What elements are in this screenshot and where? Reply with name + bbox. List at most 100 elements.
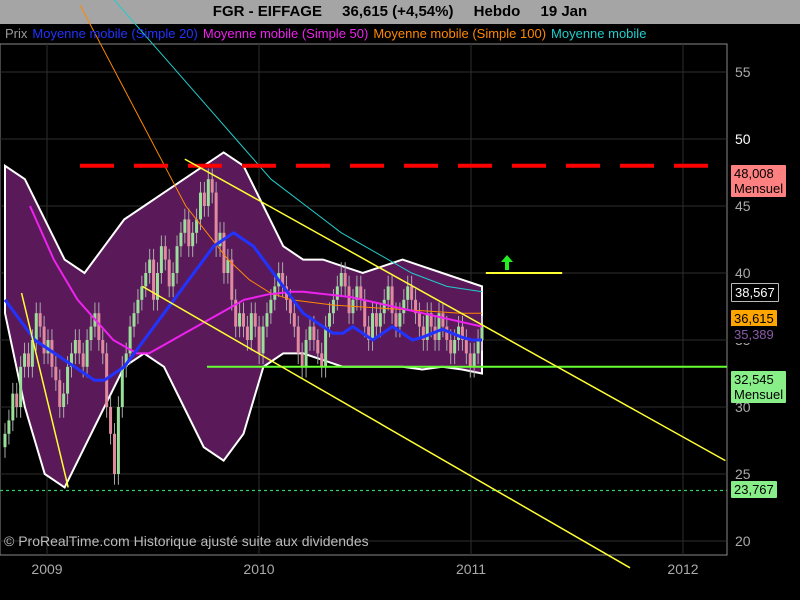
candle [187, 219, 191, 247]
candle [457, 326, 461, 340]
candle [363, 299, 367, 327]
candle [359, 286, 363, 300]
y-tick-label: 20 [735, 533, 751, 549]
candle [371, 313, 375, 340]
candle [269, 299, 273, 314]
candle [480, 326, 484, 340]
candle [249, 313, 253, 340]
candle [253, 313, 257, 327]
candle [81, 353, 85, 367]
price-tag-value: 48,008 [734, 165, 774, 181]
candle [214, 192, 218, 247]
candle [66, 366, 70, 394]
candle [468, 353, 472, 367]
candle [308, 326, 312, 340]
candle [140, 286, 144, 300]
candle [7, 420, 11, 434]
candle [398, 313, 402, 327]
x-tick-label: 2010 [243, 561, 274, 577]
legend-item[interactable]: Prix [5, 26, 27, 41]
candle [464, 340, 468, 354]
price-tag: 23,767 [731, 481, 777, 499]
candle [374, 313, 378, 327]
x-tick-label: 2012 [667, 561, 698, 577]
candle [144, 273, 148, 287]
candle [171, 273, 175, 287]
price-tag-value: 23,767 [734, 482, 774, 498]
x-tick-label: 2011 [456, 561, 486, 577]
candle [347, 286, 351, 314]
legend-item[interactable]: Moyenne mobile (Simple 50) [203, 26, 368, 41]
candle [312, 326, 316, 340]
candle [109, 407, 113, 434]
candle [163, 246, 167, 260]
x-tick-label: 2009 [31, 561, 62, 577]
candle [73, 340, 77, 354]
candle [132, 313, 136, 327]
candle [261, 326, 265, 354]
candle [179, 232, 183, 247]
candle [449, 340, 453, 354]
candle [331, 299, 335, 314]
candle [300, 353, 304, 367]
candle [406, 286, 410, 300]
candle [34, 313, 38, 340]
price-tag-value: 38,567 [735, 284, 775, 300]
candle [257, 326, 261, 354]
candle [476, 340, 480, 354]
candle [296, 326, 300, 354]
candle [85, 340, 89, 367]
candle [19, 366, 23, 407]
y-tick-label: 40 [735, 265, 751, 281]
candle [316, 340, 320, 354]
candle [23, 353, 27, 367]
candle [292, 313, 296, 327]
legend-item[interactable]: Moyenne mobile (Simple 100) [373, 26, 546, 41]
price-tag-period: Mensuel [734, 180, 784, 196]
candle [11, 393, 15, 421]
price-tag: 32,545 Mensuel [731, 371, 787, 404]
legend-item[interactable]: Moyenne mobile (Simple 20) [32, 26, 197, 41]
candle [402, 299, 406, 314]
candle [202, 192, 206, 206]
y-tick-label: 55 [735, 64, 751, 80]
candle [335, 286, 339, 300]
candle [453, 340, 457, 354]
candle [183, 219, 187, 233]
candle [382, 299, 386, 314]
candle [136, 299, 140, 314]
price-tag: 36,615 [731, 309, 777, 327]
candle [15, 393, 19, 407]
candle [116, 407, 120, 474]
candle [394, 313, 398, 327]
candle [62, 393, 66, 407]
candle [42, 326, 46, 354]
price-tag-value: 36,615 [734, 310, 774, 326]
price-chart[interactable]: 20253035404550552009201020112012 [0, 0, 800, 600]
candle [265, 313, 269, 327]
price-tag-value: 32,545 [734, 372, 774, 388]
price-tag: 35,389 [731, 325, 777, 343]
candle [242, 313, 245, 327]
candle [148, 259, 152, 273]
candle [417, 313, 421, 327]
candle [226, 259, 230, 273]
candle [112, 433, 116, 474]
candle [120, 366, 124, 407]
candle [304, 340, 308, 367]
legend-item[interactable]: Moyenne mobile [551, 26, 646, 41]
candle [3, 433, 7, 448]
price-tag-value: 35,389 [734, 326, 774, 342]
candle [191, 232, 195, 247]
candle [97, 313, 101, 340]
candle [58, 380, 62, 407]
candle [230, 259, 234, 300]
candle [198, 192, 202, 220]
copyright-footer: © ProRealTime.com Historique ajusté suit… [4, 533, 369, 549]
candle [445, 326, 449, 340]
y-tick-label: 45 [735, 198, 751, 214]
candle [167, 259, 171, 287]
candle [38, 313, 42, 327]
candle [206, 179, 210, 206]
price-tag: 48,008 Mensuel [731, 164, 787, 197]
